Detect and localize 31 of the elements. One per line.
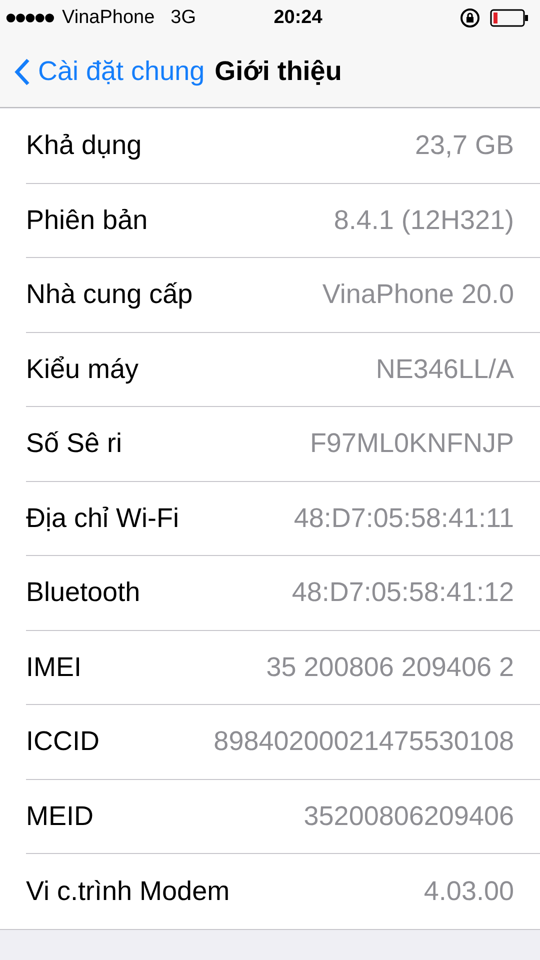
setting-label: Bluetooth <box>26 577 140 608</box>
setting-value: 48:D7:05:58:41:11 <box>294 502 514 534</box>
setting-value: 48:D7:05:58:41:12 <box>292 577 514 608</box>
clock-time: 20:24 <box>274 7 322 29</box>
setting-label: Khả dụng <box>26 130 142 162</box>
setting-label: IMEI <box>26 652 82 683</box>
setting-label: ICCID <box>26 726 100 758</box>
setting-value: 35 200806 209406 2 <box>266 652 514 683</box>
setting-label: MEID <box>26 800 94 832</box>
carrier-name: VinaPhone <box>62 7 155 29</box>
setting-value: 35200806209406 <box>304 800 514 832</box>
setting-value: NE346LL/A <box>376 354 514 385</box>
setting-value: 4.03.00 <box>424 876 514 907</box>
setting-label: Phiên bản <box>26 204 148 236</box>
page-title: Giới thiệu <box>214 56 342 87</box>
setting-value: 23,7 GB <box>414 130 514 162</box>
back-button[interactable]: Cài đặt chung <box>14 56 205 87</box>
network-type: 3G <box>170 7 196 29</box>
setting-label: Địa chỉ Wi-Fi <box>26 502 179 534</box>
setting-label: Số Sê ri <box>26 428 122 460</box>
setting-value: 89840200021475530108 <box>214 726 514 758</box>
setting-label: Vi c.trình Modem <box>26 876 230 907</box>
setting-value: F97ML0KNFNJP <box>310 428 514 460</box>
setting-value: VinaPhone 20.0 <box>322 279 514 310</box>
setting-value: 8.4.1 (12H321) <box>334 204 514 236</box>
battery-icon <box>490 8 530 28</box>
signal-icon <box>6 12 56 24</box>
setting-label: Kiểu máy <box>26 354 139 385</box>
chevron-left-icon <box>14 58 30 86</box>
setting-label: Nhà cung cấp <box>26 279 193 310</box>
rotation-lock-icon <box>460 8 480 28</box>
